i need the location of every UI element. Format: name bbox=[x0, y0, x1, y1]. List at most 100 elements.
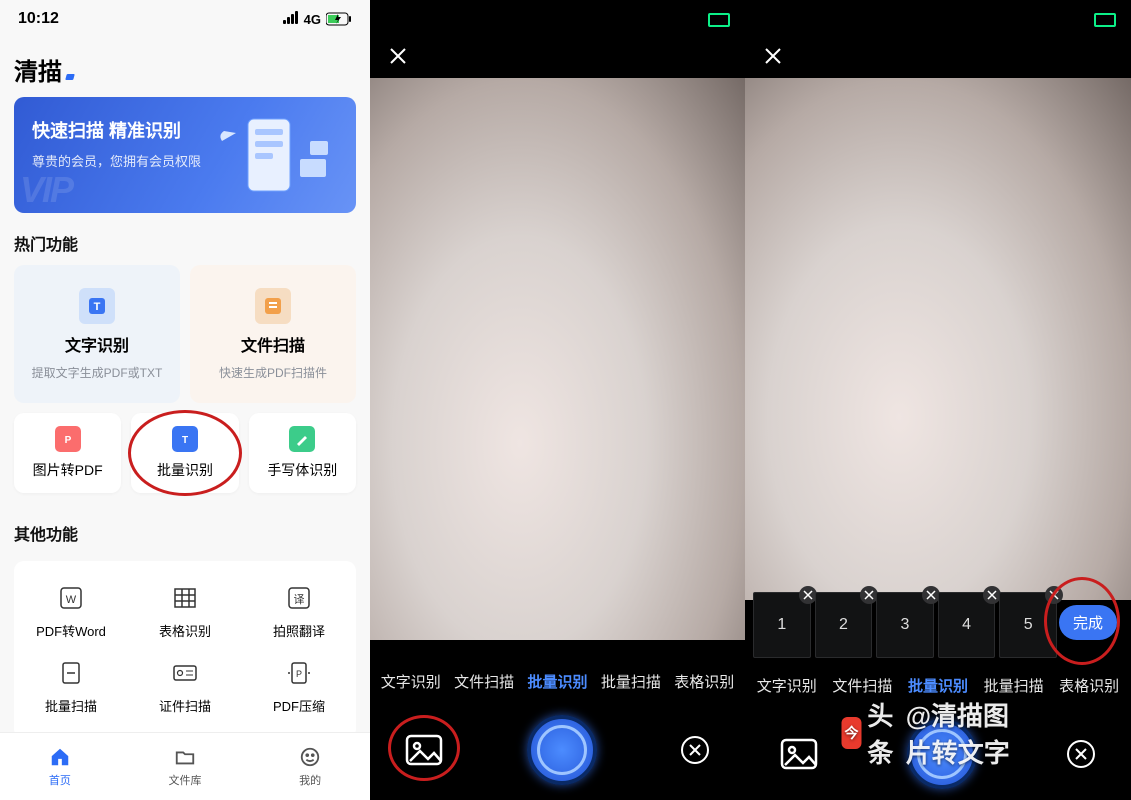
mid-label: 图片转PDF bbox=[33, 460, 103, 480]
close-icon bbox=[1049, 590, 1059, 600]
tab-home[interactable]: 首页 bbox=[49, 746, 71, 788]
thumb-remove-button[interactable] bbox=[1045, 586, 1063, 604]
thumbnail-row: 1 2 3 4 5 bbox=[753, 592, 1057, 658]
done-button[interactable]: 完成 bbox=[1059, 605, 1117, 640]
vip-banner[interactable]: 快速扫描 精准识别 尊贵的会员，您拥有会员权限 VIP bbox=[14, 97, 356, 213]
cancel-icon bbox=[1065, 738, 1097, 770]
gallery-button[interactable] bbox=[779, 737, 819, 771]
hot-text-ocr[interactable]: T 文字识别 提取文字生成PDF或TXT bbox=[14, 265, 180, 403]
watermark-handle: @清描图片转文字 bbox=[906, 696, 1035, 770]
mid-batch-ocr[interactable]: T 批量识别 bbox=[131, 413, 238, 493]
mid-handwriting-ocr[interactable]: 手写体识别 bbox=[249, 413, 356, 493]
other-pdf-to-word[interactable]: W PDF转Word bbox=[14, 575, 128, 650]
mode-table-ocr[interactable]: 表格识别 bbox=[674, 671, 734, 692]
other-table-ocr[interactable]: 表格识别 bbox=[128, 575, 242, 650]
shutter-inner-icon bbox=[537, 725, 587, 775]
thumb-remove-button[interactable] bbox=[799, 586, 817, 604]
thumbnail-1[interactable]: 1 bbox=[753, 592, 811, 658]
svg-text:P: P bbox=[296, 669, 302, 679]
hot-row: T 文字识别 提取文字生成PDF或TXT 文件扫描 快速生成PDF扫描件 bbox=[0, 265, 370, 403]
other-box: W PDF转Word 表格识别 译 拍照翻译 批量扫描 证件扫描 P PDF压 bbox=[14, 561, 356, 739]
hot-desc: 快速生成PDF扫描件 bbox=[219, 364, 327, 381]
mode-batch-scan[interactable]: 批量扫描 bbox=[984, 675, 1044, 696]
table-icon bbox=[172, 585, 198, 611]
status-time: 10:12 bbox=[18, 10, 59, 28]
mode-text-ocr[interactable]: 文字识别 bbox=[381, 671, 441, 692]
home-icon bbox=[49, 746, 71, 768]
close-icon bbox=[987, 590, 997, 600]
close-button[interactable] bbox=[388, 46, 408, 71]
mode-batch-scan[interactable]: 批量扫描 bbox=[601, 671, 661, 692]
cancel-button[interactable] bbox=[679, 734, 711, 766]
thumb-number: 4 bbox=[962, 616, 971, 634]
user-icon bbox=[299, 746, 321, 768]
translate-icon: 译 bbox=[286, 585, 312, 611]
camera-screen-with-thumbs: 1 2 3 4 5 完成 文字识别 文件扫描 批量识别 批量扫描 表格识别 今 … bbox=[745, 0, 1131, 800]
mode-file-scan[interactable]: 文件扫描 bbox=[832, 675, 892, 696]
viewfinder bbox=[745, 78, 1131, 600]
close-icon bbox=[926, 590, 936, 600]
mode-table-ocr[interactable]: 表格识别 bbox=[1059, 675, 1119, 696]
other-id-scan[interactable]: 证件扫描 bbox=[128, 650, 242, 725]
close-button[interactable] bbox=[763, 46, 783, 71]
text-ocr-icon: T bbox=[79, 288, 115, 324]
mode-batch-ocr[interactable]: 批量识别 bbox=[908, 675, 968, 696]
other-label: PDF压缩 bbox=[273, 696, 325, 715]
svg-text:译: 译 bbox=[294, 593, 305, 606]
signal-icon bbox=[283, 11, 299, 27]
other-photo-translate[interactable]: 译 拍照翻译 bbox=[242, 575, 356, 650]
mode-strip: 文字识别 文件扫描 批量识别 批量扫描 表格识别 bbox=[370, 671, 745, 692]
thumbnail-2[interactable]: 2 bbox=[815, 592, 873, 658]
mode-text-ocr[interactable]: 文字识别 bbox=[757, 675, 817, 696]
other-pdf-compress[interactable]: P PDF压缩 bbox=[242, 650, 356, 725]
pdf-icon: P bbox=[55, 426, 81, 452]
watermark-brand: 头条 bbox=[867, 696, 899, 770]
mid-label: 手写体识别 bbox=[267, 460, 337, 480]
shutter-button[interactable] bbox=[527, 715, 597, 785]
svg-text:W: W bbox=[66, 594, 77, 606]
thumbnail-4[interactable]: 4 bbox=[938, 592, 996, 658]
thumb-number: 5 bbox=[1024, 616, 1033, 634]
hot-desc: 提取文字生成PDF或TXT bbox=[32, 364, 163, 381]
tab-label: 首页 bbox=[49, 772, 71, 788]
tab-files[interactable]: 文件库 bbox=[168, 746, 201, 788]
batch-scan-icon bbox=[58, 660, 84, 686]
id-card-icon bbox=[172, 660, 198, 686]
thumb-number: 2 bbox=[839, 616, 848, 634]
other-label: 证件扫描 bbox=[159, 696, 211, 715]
other-label: 批量扫描 bbox=[45, 696, 97, 715]
cancel-button[interactable] bbox=[1065, 738, 1097, 770]
svg-text:T: T bbox=[182, 435, 188, 446]
camera-status-bar bbox=[745, 0, 1131, 40]
file-scan-icon bbox=[255, 288, 291, 324]
thumb-number: 1 bbox=[777, 616, 786, 634]
section-hot-title: 热门功能 bbox=[0, 213, 370, 265]
close-icon bbox=[803, 590, 813, 600]
network-label: 4G bbox=[304, 12, 321, 27]
viewfinder bbox=[370, 78, 745, 640]
mode-strip: 文字识别 文件扫描 批量识别 批量扫描 表格识别 bbox=[745, 675, 1131, 696]
annotation-circle-icon bbox=[128, 410, 241, 496]
mode-batch-ocr[interactable]: 批量识别 bbox=[527, 671, 587, 692]
hot-label: 文件扫描 bbox=[241, 332, 305, 356]
brand-dot-icon bbox=[65, 74, 75, 80]
thumbnail-5[interactable]: 5 bbox=[999, 592, 1057, 658]
tab-mine[interactable]: 我的 bbox=[299, 746, 321, 788]
thumbnail-3[interactable]: 3 bbox=[876, 592, 934, 658]
other-batch-scan[interactable]: 批量扫描 bbox=[14, 650, 128, 725]
tab-bar: 首页 文件库 我的 bbox=[0, 732, 370, 800]
camera-screen-empty: 文字识别 文件扫描 批量识别 批量扫描 表格识别 bbox=[370, 0, 745, 800]
vip-watermark: VIP bbox=[20, 169, 72, 211]
compress-icon: P bbox=[286, 660, 312, 686]
mode-file-scan[interactable]: 文件扫描 bbox=[454, 671, 514, 692]
hot-file-scan[interactable]: 文件扫描 快速生成PDF扫描件 bbox=[190, 265, 356, 403]
home-screen: 10:12 4G 清描 快速扫描 精准识别 尊贵的会员，您拥有会员权限 VIP … bbox=[0, 0, 370, 800]
mid-img-to-pdf[interactable]: P 图片转PDF bbox=[14, 413, 121, 493]
camera-signal-icon bbox=[1094, 13, 1116, 27]
batch-ocr-icon: T bbox=[172, 426, 198, 452]
mid-label: 批量识别 bbox=[157, 460, 213, 480]
battery-icon bbox=[326, 12, 352, 26]
gallery-button[interactable] bbox=[404, 733, 444, 767]
close-icon bbox=[388, 46, 408, 66]
gallery-icon bbox=[404, 733, 444, 767]
